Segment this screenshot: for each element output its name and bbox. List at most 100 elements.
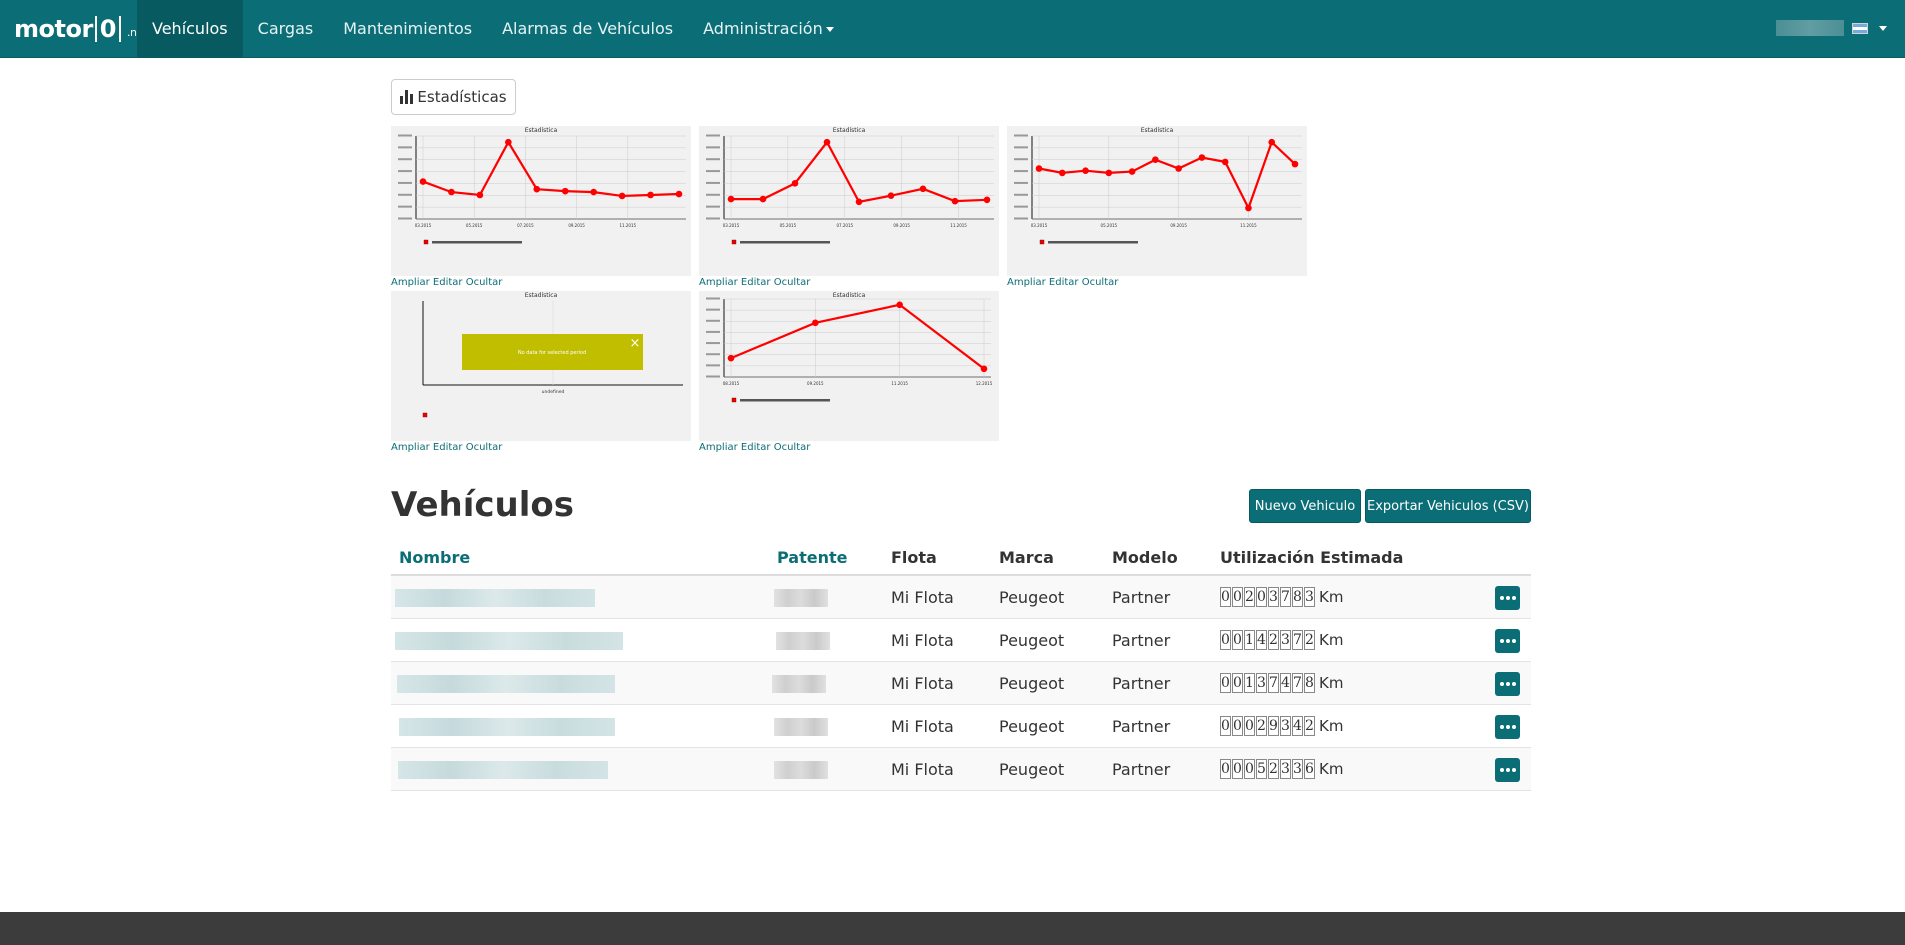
x-tick-label: 09.2015: [1170, 223, 1187, 228]
data-point: [1035, 165, 1043, 172]
expand-link[interactable]: Ampliar: [699, 442, 738, 453]
chart-panel-2[interactable]: Estadística 03.2015 05.2015 07.2015 09.2015 1…: [699, 126, 999, 276]
expand-link[interactable]: Ampliar: [391, 442, 430, 453]
fleet-cell: Mi Flota: [891, 760, 954, 779]
odometer-digit: 8: [1292, 587, 1303, 607]
x-tick-label: 09.2015: [893, 223, 910, 228]
data-point: [533, 185, 541, 193]
hide-link[interactable]: Ocultar: [1082, 277, 1119, 288]
vehicle-name-redacted[interactable]: [397, 675, 615, 693]
odometer-unit: Km: [1319, 674, 1344, 692]
data-point: [1245, 204, 1252, 212]
y-tick-label: [398, 146, 412, 149]
y-tick-label: [706, 193, 720, 196]
hide-link[interactable]: Ocultar: [466, 277, 503, 288]
data-point: [1198, 154, 1206, 161]
data-point: [887, 192, 895, 199]
column-usage-header: Utilización Estimada: [1220, 548, 1404, 567]
x-tick-label: 09.2015: [568, 223, 585, 228]
nav-cargas[interactable]: Cargas: [243, 0, 329, 58]
chart-panel-3[interactable]: Estadística 03.2015 05.2015 09.2015 11.2015: [1007, 126, 1307, 276]
column-plate-header[interactable]: Patente: [777, 548, 847, 567]
brand-logo[interactable]: motor0.net: [14, 12, 147, 46]
expand-link[interactable]: Ampliar: [699, 277, 738, 288]
hide-link[interactable]: Ocultar: [774, 442, 811, 453]
legend-swatch: [1039, 239, 1045, 245]
row-actions-button[interactable]: [1495, 715, 1520, 739]
odometer-digit: 0: [1244, 716, 1255, 736]
export-csv-button[interactable]: Exportar Vehiculos (CSV): [1365, 489, 1531, 523]
dot-icon: [1511, 682, 1516, 686]
chart-panel-5[interactable]: Estadística 08.2015 09.2015 11.2015 12.2015: [699, 291, 999, 441]
row-actions-button[interactable]: [1495, 672, 1520, 696]
line-chart: Estadística 08.2015 09.2015 11.2015 12.2015: [706, 292, 993, 403]
chart-panel-1[interactable]: Estadística 03.2015 05.2015 07.2015 09.2015 1…: [391, 126, 691, 276]
statistics-button[interactable]: Estadísticas: [391, 79, 516, 115]
vehicle-name-redacted[interactable]: [395, 632, 623, 650]
edit-link[interactable]: Editar: [433, 442, 463, 453]
vehicle-plate-redacted: [774, 589, 828, 607]
edit-link[interactable]: Editar: [741, 442, 771, 453]
main-nav: Vehículos Cargas Mantenimientos Alarmas …: [137, 0, 849, 58]
expand-link[interactable]: Ampliar: [391, 277, 430, 288]
user-menu[interactable]: [1776, 20, 1887, 36]
nav-label: Alarmas de Vehículos: [502, 19, 674, 38]
brand-cell: Peugeot: [999, 631, 1065, 650]
expand-link[interactable]: Ampliar: [1007, 277, 1046, 288]
page-title: Vehículos: [391, 485, 574, 525]
vehicle-name-redacted[interactable]: [398, 761, 608, 779]
data-point: [1105, 169, 1113, 177]
chart-title: Estadística: [525, 292, 558, 299]
row-actions-button[interactable]: [1495, 629, 1520, 653]
nav-mantenimientos[interactable]: Mantenimientos: [328, 0, 487, 58]
dot-icon: [1505, 682, 1510, 686]
nav-vehiculos[interactable]: Vehículos: [137, 0, 243, 58]
dot-icon: [1505, 768, 1510, 772]
row-actions-button[interactable]: [1495, 758, 1520, 782]
dot-icon: [1511, 768, 1516, 772]
edit-link[interactable]: Editar: [1049, 277, 1079, 288]
odometer-digit: 0: [1232, 587, 1243, 607]
nav-alarmas[interactable]: Alarmas de Vehículos: [487, 0, 688, 58]
y-tick-label: [398, 181, 412, 184]
line-chart: Estadística undefined No data for selected…: [422, 292, 683, 418]
x-tick-label: 11.2015: [891, 381, 908, 386]
x-tick-label: 08.2015: [723, 381, 740, 386]
odometer-digit: 1: [1244, 673, 1255, 693]
y-tick-label: [706, 364, 720, 367]
vehicle-name-redacted[interactable]: [399, 718, 615, 736]
vehicle-name-redacted[interactable]: [395, 589, 595, 607]
odometer-digit: 2: [1304, 716, 1315, 736]
dot-icon: [1505, 639, 1510, 643]
chart-title: Estadística: [525, 127, 558, 134]
edit-link[interactable]: Editar: [741, 277, 771, 288]
table-body: Mi Flota Peugeot Partner 0 0 2 0 3 7 8 3 Km Mi Flota…: [391, 576, 1531, 791]
odometer-digit: 8: [1304, 673, 1315, 693]
edit-link[interactable]: Editar: [433, 277, 463, 288]
hide-link[interactable]: Ocultar: [466, 442, 503, 453]
chart-title: Estadística: [833, 292, 866, 299]
odometer-digit: 2: [1268, 759, 1279, 779]
row-actions-button[interactable]: [1495, 586, 1520, 610]
model-cell: Partner: [1112, 588, 1171, 607]
dot-icon: [1499, 682, 1504, 686]
hide-link[interactable]: Ocultar: [774, 277, 811, 288]
nav-administracion[interactable]: Administración: [688, 0, 849, 58]
y-tick-label: [706, 375, 720, 378]
nav-label: Mantenimientos: [343, 19, 473, 38]
odometer-digit: 2: [1304, 630, 1315, 650]
data-point: [476, 191, 484, 199]
data-point: [1152, 156, 1159, 164]
chart-panel-4[interactable]: Estadística undefined No data for selected…: [391, 291, 691, 441]
data-point: [448, 188, 455, 196]
data-point: [759, 195, 767, 203]
top-navbar: motor0.net Vehículos Cargas Mantenimient…: [0, 0, 1905, 58]
column-name-header[interactable]: Nombre: [399, 548, 470, 567]
x-tick-label: 11.2015: [620, 223, 637, 228]
table-header: Nombre Patente Flota Marca Modelo Utiliz…: [391, 538, 1531, 576]
data-point: [647, 191, 654, 199]
new-vehicle-button[interactable]: Nuevo Vehiculo: [1249, 489, 1361, 523]
odometer-digit: 0: [1256, 587, 1267, 607]
x-tick-label: 07.2015: [517, 223, 534, 228]
odometer-digit: 0: [1220, 716, 1231, 736]
